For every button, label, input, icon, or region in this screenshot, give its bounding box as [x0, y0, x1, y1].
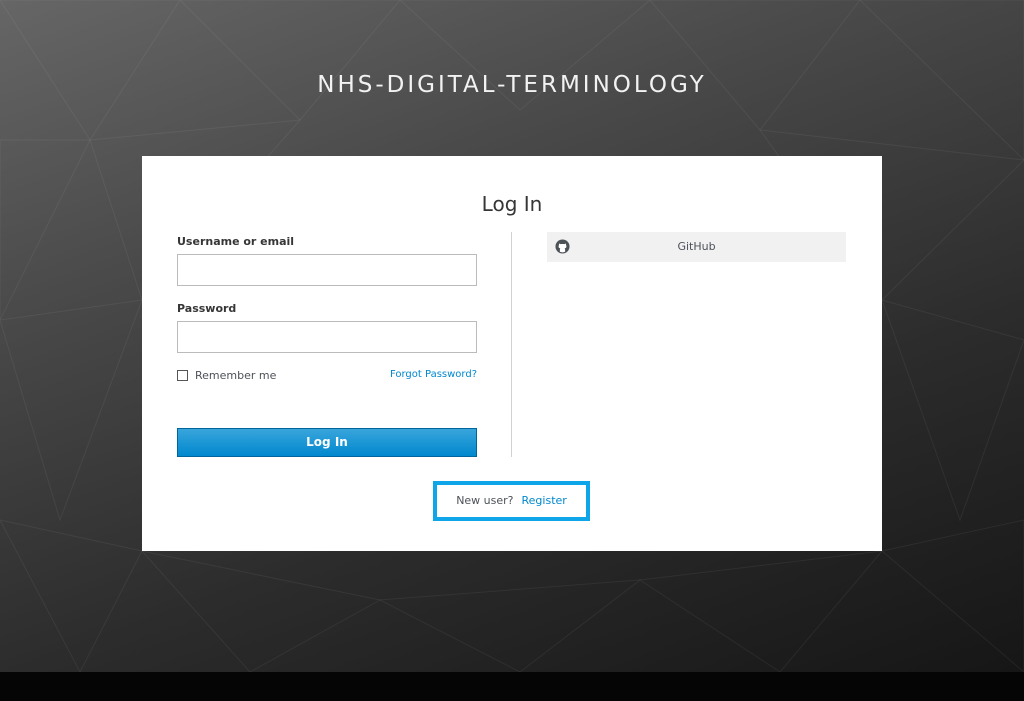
password-label: Password: [177, 302, 237, 315]
login-button[interactable]: Log In: [177, 428, 477, 457]
username-field-wrapper: [177, 254, 477, 286]
remember-me-checkbox[interactable]: [177, 370, 188, 381]
forgot-password-link[interactable]: Forgot Password?: [382, 369, 477, 380]
register-link[interactable]: Register: [522, 494, 567, 507]
remember-me: Remember me: [177, 369, 276, 382]
footer-bar: [0, 672, 1024, 701]
remember-me-label: Remember me: [195, 369, 277, 382]
github-icon: [555, 239, 570, 254]
password-field-wrapper: [177, 321, 477, 353]
github-label: GitHub: [677, 240, 716, 253]
password-input[interactable]: [178, 322, 476, 352]
realm-title: NHS-DIGITAL-TERMINOLOGY: [317, 72, 707, 98]
username-label: Username or email: [177, 235, 295, 248]
username-input[interactable]: [178, 255, 476, 285]
github-login-button[interactable]: GitHub: [547, 232, 846, 262]
new-user-text: New user?: [456, 494, 514, 507]
page-title: Log In: [481, 192, 543, 216]
login-card: Log In Username or email Password Rememb…: [142, 156, 882, 551]
registration-prompt: New user? Register: [433, 481, 590, 521]
divider: [511, 232, 512, 457]
